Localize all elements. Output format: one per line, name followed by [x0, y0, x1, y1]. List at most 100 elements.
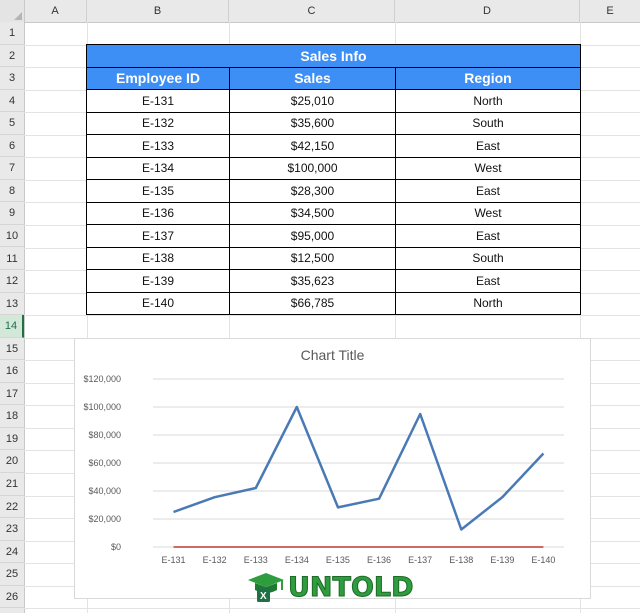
- logo-text: UNTOLD: [288, 572, 415, 604]
- table-row: E-140 $66,785 North: [86, 291, 581, 315]
- row-header-10[interactable]: 10: [0, 225, 24, 248]
- row-header-7[interactable]: 7: [0, 157, 24, 180]
- table-row: E-136 $34,500 West: [86, 201, 581, 225]
- row-header-4[interactable]: 4: [0, 90, 24, 113]
- cell-employee-id[interactable]: E-137: [86, 224, 230, 248]
- row-header-3[interactable]: 3: [0, 67, 24, 90]
- row-gridline: [24, 315, 640, 317]
- cell-employee-id[interactable]: E-135: [86, 179, 230, 203]
- cell-sales[interactable]: $95,000: [229, 224, 396, 248]
- cell-region[interactable]: South: [395, 111, 581, 135]
- cell-sales[interactable]: $28,300: [229, 179, 396, 203]
- table-row: E-134 $100,000 West: [86, 156, 581, 180]
- row-header-12[interactable]: 12: [0, 270, 24, 293]
- series-line-1[interactable]: [173, 405, 545, 531]
- cell-employee-id[interactable]: E-133: [86, 134, 230, 158]
- y-tick-label: $60,000: [88, 458, 121, 468]
- cell-region[interactable]: North: [395, 291, 581, 315]
- x-tick-label: E-136: [367, 555, 391, 565]
- cell-region[interactable]: East: [395, 269, 581, 293]
- cell-sales[interactable]: $35,623: [229, 269, 396, 293]
- graduation-cap-excel-icon: X: [248, 573, 284, 602]
- row-header-1[interactable]: 1: [0, 22, 24, 45]
- cell-employee-id[interactable]: E-139: [86, 269, 230, 293]
- cell-region[interactable]: West: [395, 156, 581, 180]
- table-row: E-135 $28,300 East: [86, 179, 581, 203]
- cell-employee-id[interactable]: E-136: [86, 201, 230, 225]
- line-chart[interactable]: Chart Title $0 $20,000 $40,000 $60,000 $80,0…: [74, 338, 591, 599]
- column-header-d[interactable]: D: [395, 0, 580, 22]
- column-header-b[interactable]: B: [87, 0, 229, 22]
- row-header-11[interactable]: 11: [0, 248, 24, 271]
- cell-sales[interactable]: $12,500: [229, 246, 396, 270]
- cell-sales[interactable]: $42,150: [229, 134, 396, 158]
- row-header-5[interactable]: 5: [0, 112, 24, 135]
- y-tick-label: $40,000: [88, 486, 121, 496]
- x-tick-label: E-132: [203, 555, 227, 565]
- row-header-25[interactable]: 25: [0, 563, 24, 586]
- x-tick-label: E-140: [531, 555, 555, 565]
- cell-employee-id[interactable]: E-138: [86, 246, 230, 270]
- row-header-9[interactable]: 9: [0, 202, 24, 225]
- cell-sales[interactable]: $100,000: [229, 156, 396, 180]
- column-header-e[interactable]: E: [580, 0, 640, 22]
- cell-region[interactable]: South: [395, 246, 581, 270]
- y-tick-label: $120,000: [83, 374, 121, 384]
- cell-sales[interactable]: $34,500: [229, 201, 396, 225]
- row-header-8[interactable]: 8: [0, 180, 24, 203]
- row-header-22[interactable]: 22: [0, 496, 24, 519]
- cell-region[interactable]: East: [395, 134, 581, 158]
- cell-sales[interactable]: $66,785: [229, 291, 396, 315]
- spreadsheet: A B C D E 1 2 3 4 5 6 7 8 9 10 11 12 13 14 15 16 17 18 19 2…: [0, 0, 640, 613]
- row-header-16[interactable]: 16: [0, 360, 24, 383]
- x-tick-label: E-135: [326, 555, 350, 565]
- x-tick-label: E-133: [244, 555, 268, 565]
- untold-logo: X UNTOLD: [246, 570, 414, 606]
- column-header-bar: A B C D E: [0, 0, 640, 23]
- cell-region[interactable]: East: [395, 224, 581, 248]
- table-row: E-138 $12,500 South: [86, 246, 581, 270]
- header-employee-id: Employee ID: [86, 66, 230, 90]
- y-tick-label: $0: [111, 542, 121, 552]
- column-header-a[interactable]: A: [24, 0, 87, 22]
- y-tick-label: $100,000: [83, 402, 121, 412]
- cell-employee-id[interactable]: E-131: [86, 89, 230, 113]
- x-tick-label: E-138: [449, 555, 473, 565]
- header-sales: Sales: [229, 66, 396, 90]
- chart-plot: $0 $20,000 $40,000 $60,000 $80,000 $100,000 $1…: [83, 374, 564, 565]
- y-tick-label: $80,000: [88, 430, 121, 440]
- row-header-20[interactable]: 20: [0, 450, 24, 473]
- x-tick-label: E-131: [162, 555, 186, 565]
- cell-employee-id[interactable]: E-132: [86, 111, 230, 135]
- row-header-18[interactable]: 18: [0, 405, 24, 428]
- row-header-15[interactable]: 15: [0, 338, 24, 361]
- cell-region[interactable]: North: [395, 89, 581, 113]
- sales-table: Sales Info Employee ID Sales Region E-13…: [86, 44, 581, 315]
- row-header-26[interactable]: 26: [0, 586, 24, 609]
- row-header-21[interactable]: 21: [0, 473, 24, 496]
- cell-sales[interactable]: $25,010: [229, 89, 396, 113]
- table-row: E-137 $95,000 East: [86, 224, 581, 248]
- row-header-bar: 1 2 3 4 5 6 7 8 9 10 11 12 13 14 15 16 17 18 19 20 21 22 23 24 2…: [0, 22, 25, 613]
- x-tick-label: E-139: [490, 555, 514, 565]
- svg-text:X: X: [260, 591, 267, 602]
- row-header-14[interactable]: 14: [0, 315, 24, 338]
- column-header-c[interactable]: C: [229, 0, 395, 22]
- row-header-23[interactable]: 23: [0, 518, 24, 541]
- select-all-corner[interactable]: [0, 0, 25, 22]
- row-header-6[interactable]: 6: [0, 135, 24, 158]
- cell-sales[interactable]: $35,600: [229, 111, 396, 135]
- row-header-24[interactable]: 24: [0, 541, 24, 564]
- cell-region[interactable]: East: [395, 179, 581, 203]
- y-tick-label: $20,000: [88, 514, 121, 524]
- table-title: Sales Info: [86, 44, 581, 68]
- row-header-13[interactable]: 13: [0, 293, 24, 316]
- row-header-2[interactable]: 2: [0, 45, 24, 68]
- row-header-19[interactable]: 19: [0, 428, 24, 451]
- row-header-17[interactable]: 17: [0, 383, 24, 406]
- table-row: E-132 $35,600 South: [86, 111, 581, 135]
- cell-employee-id[interactable]: E-134: [86, 156, 230, 180]
- cell-region[interactable]: West: [395, 201, 581, 225]
- cell-employee-id[interactable]: E-140: [86, 291, 230, 315]
- table-row: E-139 $35,623 East: [86, 269, 581, 293]
